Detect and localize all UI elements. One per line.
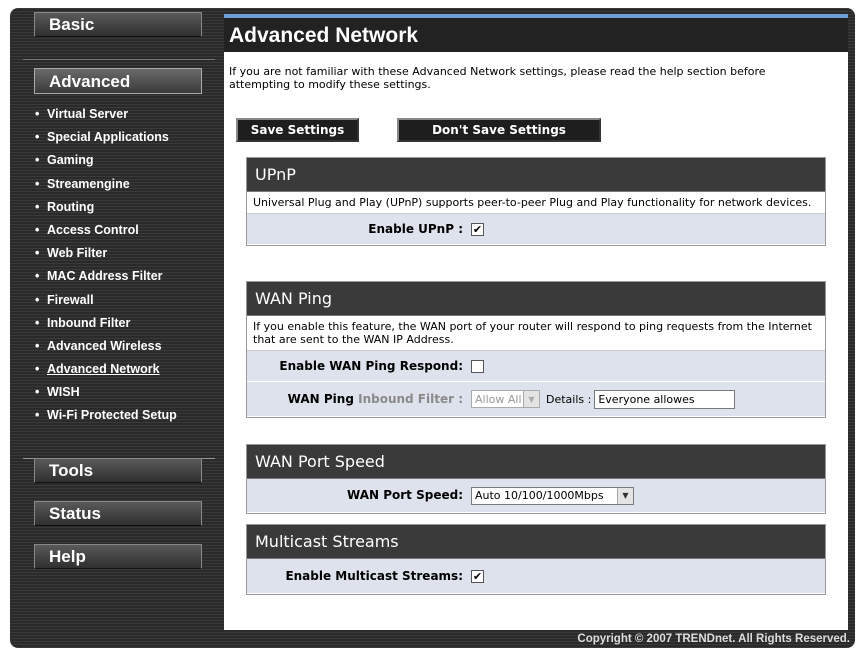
multicast-streams-row: Enable Multicast Streams: ✔ [247, 559, 825, 594]
multicast-streams-checkbox[interactable]: ✔ [471, 569, 484, 583]
bullet-icon: • [35, 315, 40, 330]
upnp-row: Enable UPnP : ✔ [247, 214, 825, 245]
details-input[interactable] [594, 389, 736, 409]
check-icon: ✔ [472, 222, 483, 236]
submenu-item-wifi-protected-setup[interactable]: • Wi-Fi Protected Setup [35, 408, 215, 423]
wan-ping-respond-checkbox[interactable] [471, 359, 484, 373]
nav-basic-button[interactable]: Basic [34, 12, 202, 37]
dropdown-arrow-icon: ▼ [523, 391, 539, 407]
upnp-heading: UPnP [247, 158, 825, 192]
save-settings-button[interactable]: Save Settings [236, 118, 359, 142]
bullet-icon: • [35, 362, 40, 377]
submenu-item-gaming[interactable]: • Gaming [35, 153, 215, 176]
nav-advanced-button[interactable]: Advanced [34, 68, 202, 94]
wan-ping-description: If you enable this feature, the WAN port… [247, 316, 825, 351]
multicast-streams-section: Multicast Streams Enable Multicast Strea… [246, 524, 826, 595]
wan-ping-filter-row: WAN Ping Inbound Filter : Allow All ▼ Det… [247, 382, 825, 417]
multicast-streams-label: Enable Multicast Streams: [285, 569, 463, 583]
submenu-item-special-applications[interactable]: • Special Applications [35, 130, 215, 153]
wan-ping-respond-label: Enable WAN Ping Respond: [279, 359, 463, 373]
bullet-icon: • [35, 408, 40, 423]
details-label: Details : [546, 392, 592, 406]
submenu-item-inbound-filter[interactable]: • Inbound Filter [35, 316, 215, 339]
submenu-item-web-filter[interactable]: • Web Filter [35, 246, 215, 269]
submenu-item-access-control[interactable]: • Access Control [35, 223, 215, 246]
submenu-item-streamengine[interactable]: • Streamengine [35, 177, 215, 200]
bullet-icon: • [35, 199, 40, 214]
enable-upnp-checkbox[interactable]: ✔ [471, 222, 484, 236]
wan-port-speed-section: WAN Port Speed WAN Port Speed: Auto 10/1… [246, 444, 826, 514]
bullet-icon: • [35, 107, 40, 121]
upnp-section: UPnP Universal Plug and Play (UPnP) supp… [246, 157, 826, 246]
wan-ping-respond-row: Enable WAN Ping Respond: [247, 351, 825, 382]
advanced-submenu: • Virtual Server • Special Applications • G… [35, 107, 215, 423]
submenu-item-virtual-server[interactable]: • Virtual Server [35, 107, 215, 130]
title-bar: Advanced Network [224, 18, 848, 52]
copyright-footer: Copyright © 2007 TRENDnet. All Rights Re… [577, 633, 850, 645]
submenu-item-routing[interactable]: • Routing [35, 200, 215, 223]
submenu-item-wish[interactable]: • WISH [35, 385, 215, 408]
wan-ping-filter-label: WAN Ping Inbound Filter : [287, 392, 463, 406]
wan-port-speed-row: WAN Port Speed: Auto 10/100/1000Mbps ▼ [247, 479, 825, 513]
advanced-panel: Advanced • Virtual Server • Special Applic… [23, 59, 215, 459]
dropdown-arrow-icon: ▼ [617, 487, 633, 504]
nav-status-button[interactable]: Status [34, 501, 202, 526]
bullet-icon: • [35, 246, 40, 261]
bullet-icon: • [35, 292, 40, 307]
wan-port-speed-select[interactable]: Auto 10/100/1000Mbps ▼ [471, 486, 634, 505]
submenu-item-firewall[interactable]: • Firewall [35, 293, 215, 316]
multicast-streams-heading: Multicast Streams [247, 525, 825, 559]
inbound-filter-select[interactable]: Allow All ▼ [471, 390, 540, 408]
bullet-icon: • [35, 338, 40, 353]
page-title: Advanced Network [229, 24, 419, 47]
submenu-item-mac-address-filter[interactable]: • MAC Address Filter [35, 269, 215, 292]
enable-upnp-label: Enable UPnP : [368, 222, 463, 236]
main-content: Advanced Network If you are not familiar… [224, 14, 848, 630]
bullet-icon: • [35, 153, 40, 168]
wan-port-speed-label: WAN Port Speed: [347, 488, 463, 502]
bullet-icon: • [35, 176, 40, 191]
dont-save-settings-button[interactable]: Don't Save Settings [397, 118, 601, 142]
nav-help-button[interactable]: Help [34, 544, 202, 569]
intro-text: If you are not familiar with these Advan… [229, 65, 766, 91]
bullet-icon: • [35, 130, 40, 145]
wan-ping-heading: WAN Ping [247, 282, 825, 316]
wan-ping-section: WAN Ping If you enable this feature, the… [246, 281, 826, 418]
bullet-icon: • [35, 385, 40, 400]
wan-port-speed-heading: WAN Port Speed [247, 445, 825, 479]
check-icon: ✔ [472, 569, 483, 583]
upnp-description: Universal Plug and Play (UPnP) supports … [247, 192, 825, 214]
nav-tools-button[interactable]: Tools [34, 458, 202, 483]
submenu-item-advanced-wireless[interactable]: • Advanced Wireless [35, 339, 215, 362]
bullet-icon: • [35, 222, 40, 237]
submenu-item-advanced-network[interactable]: • Advanced Network [35, 362, 215, 385]
bullet-icon: • [35, 269, 40, 284]
